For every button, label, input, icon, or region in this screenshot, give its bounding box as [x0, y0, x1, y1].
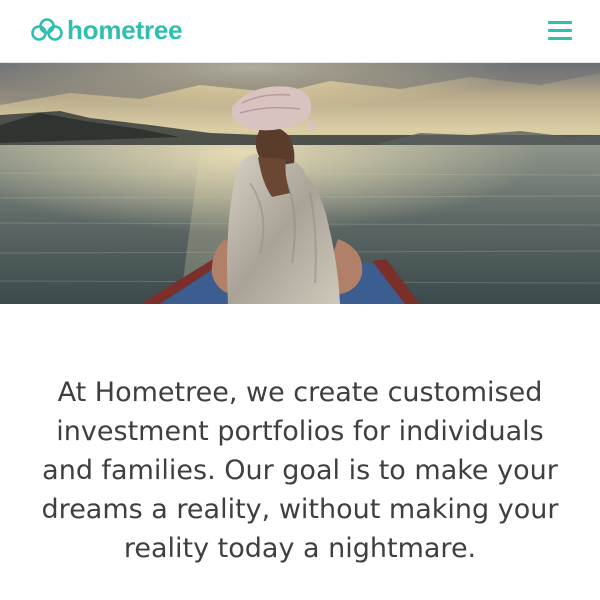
menu-bar-middle	[548, 29, 572, 32]
intro-text: At Hometree, we create customised invest…	[41, 377, 559, 564]
trefoil-logo-icon	[31, 18, 63, 41]
hero-image	[0, 63, 600, 304]
menu-bar-bottom	[548, 37, 572, 40]
site-header: hometree	[0, 0, 600, 63]
menu-bar-top	[548, 21, 572, 24]
logo[interactable]: hometree	[30, 14, 183, 46]
hamburger-menu-icon[interactable]	[545, 19, 575, 43]
logo-text: hometree	[67, 15, 183, 45]
